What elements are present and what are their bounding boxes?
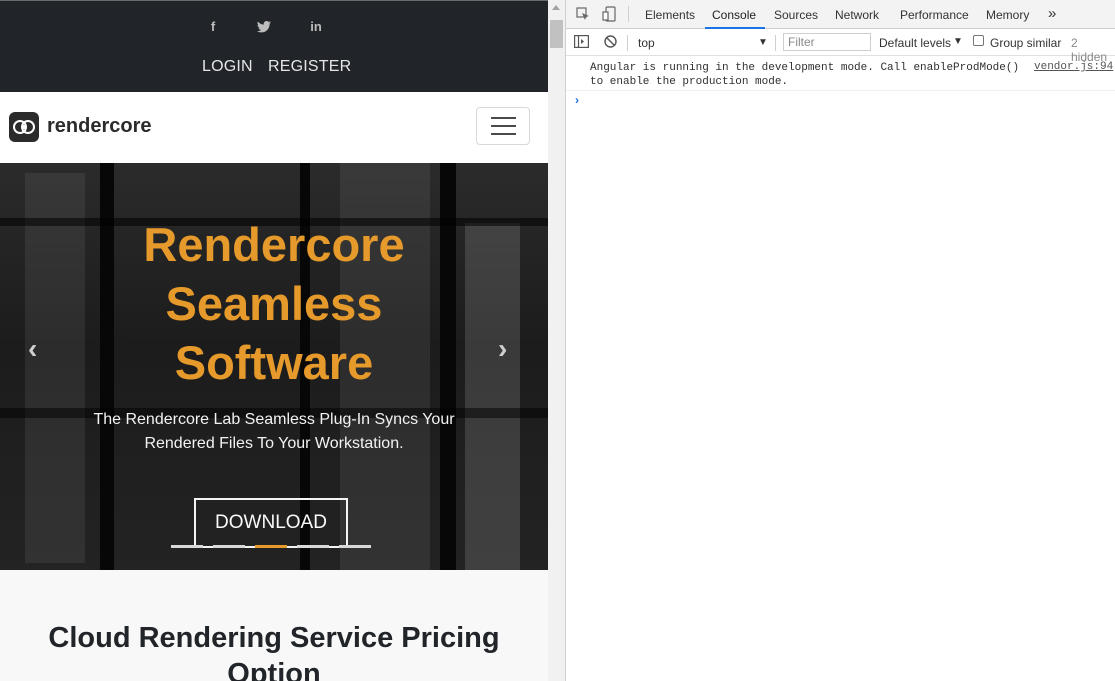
linkedin-icon[interactable]: in	[306, 18, 326, 36]
scroll-thumb[interactable]	[550, 20, 563, 48]
dropdown-arrow-icon: ▼	[758, 37, 768, 48]
tab-performance[interactable]: Performance	[900, 8, 969, 22]
register-link[interactable]: REGISTER	[268, 58, 351, 76]
facebook-icon[interactable]: f	[203, 18, 223, 36]
log-levels-select[interactable]: Default levels	[879, 36, 951, 50]
navbar: rendercore	[0, 92, 548, 163]
context-select[interactable]: top ▼	[634, 33, 768, 51]
sidebar-toggle-icon[interactable]	[574, 35, 590, 53]
hero-title: Rendercore Seamless Software	[143, 218, 405, 389]
device-toolbar-icon[interactable]	[602, 6, 616, 27]
brand-name[interactable]: rendercore	[47, 115, 152, 138]
inspect-element-icon[interactable]	[576, 7, 590, 26]
hamburger-icon	[491, 117, 516, 119]
menu-toggle-button[interactable]	[476, 107, 530, 145]
hero-carousel: Rendercore Seamless Software The Renderc…	[0, 163, 548, 570]
carousel-indicator[interactable]	[297, 545, 329, 548]
console-toolbar: top ▼ Default levels ▼ Group similar 2 h…	[566, 29, 1115, 64]
console-prompt-icon[interactable]: ›	[575, 93, 579, 107]
more-tabs-icon[interactable]: »	[1048, 5, 1056, 22]
website-viewport: f in LOGIN REGISTER rendercore Rendercor…	[0, 0, 548, 681]
tab-network[interactable]: Network	[835, 8, 879, 22]
page-scrollbar[interactable]	[548, 0, 565, 681]
login-link[interactable]: LOGIN	[202, 58, 253, 76]
top-bar: f in LOGIN REGISTER	[0, 0, 548, 92]
group-similar-label: Group similar	[990, 36, 1062, 50]
tab-console[interactable]: Console	[712, 8, 756, 22]
console-message-text: Angular is running in the development mo…	[590, 62, 1020, 88]
group-similar-checkbox[interactable]	[973, 35, 984, 46]
carousel-indicator-active[interactable]	[255, 545, 287, 548]
context-value: top	[638, 36, 655, 50]
clear-console-icon[interactable]	[604, 35, 617, 53]
scroll-up-icon[interactable]	[552, 5, 560, 10]
twitter-icon[interactable]	[254, 18, 274, 36]
pricing-section: Cloud Rendering Service Pricing Option	[0, 570, 548, 681]
console-source-link[interactable]: vendor.js:94	[1034, 61, 1113, 73]
carousel-prev-icon[interactable]: ‹	[28, 333, 37, 365]
tab-elements[interactable]: Elements	[645, 8, 695, 22]
pricing-title: Cloud Rendering Service Pricing Option	[48, 622, 500, 681]
tab-sources[interactable]: Sources	[774, 8, 818, 22]
hero-subtitle: The Rendercore Lab Seamless Plug-In Sync…	[93, 411, 455, 452]
rendercore-logo-icon[interactable]	[9, 112, 39, 142]
carousel-indicator[interactable]	[339, 545, 371, 548]
tab-memory[interactable]: Memory	[986, 8, 1029, 22]
carousel-indicator[interactable]	[171, 545, 203, 548]
carousel-next-icon[interactable]: ›	[498, 333, 507, 365]
console-message: Angular is running in the development mo…	[566, 56, 1115, 91]
levels-dropdown-icon[interactable]: ▼	[953, 36, 963, 47]
download-button[interactable]: DOWNLOAD	[194, 498, 348, 548]
devtools-panel: Elements Console Sources Network Perform…	[565, 0, 1115, 681]
carousel-indicator[interactable]	[213, 545, 245, 548]
filter-input[interactable]	[783, 33, 871, 51]
devtools-tab-bar: Elements Console Sources Network Perform…	[566, 0, 1115, 29]
